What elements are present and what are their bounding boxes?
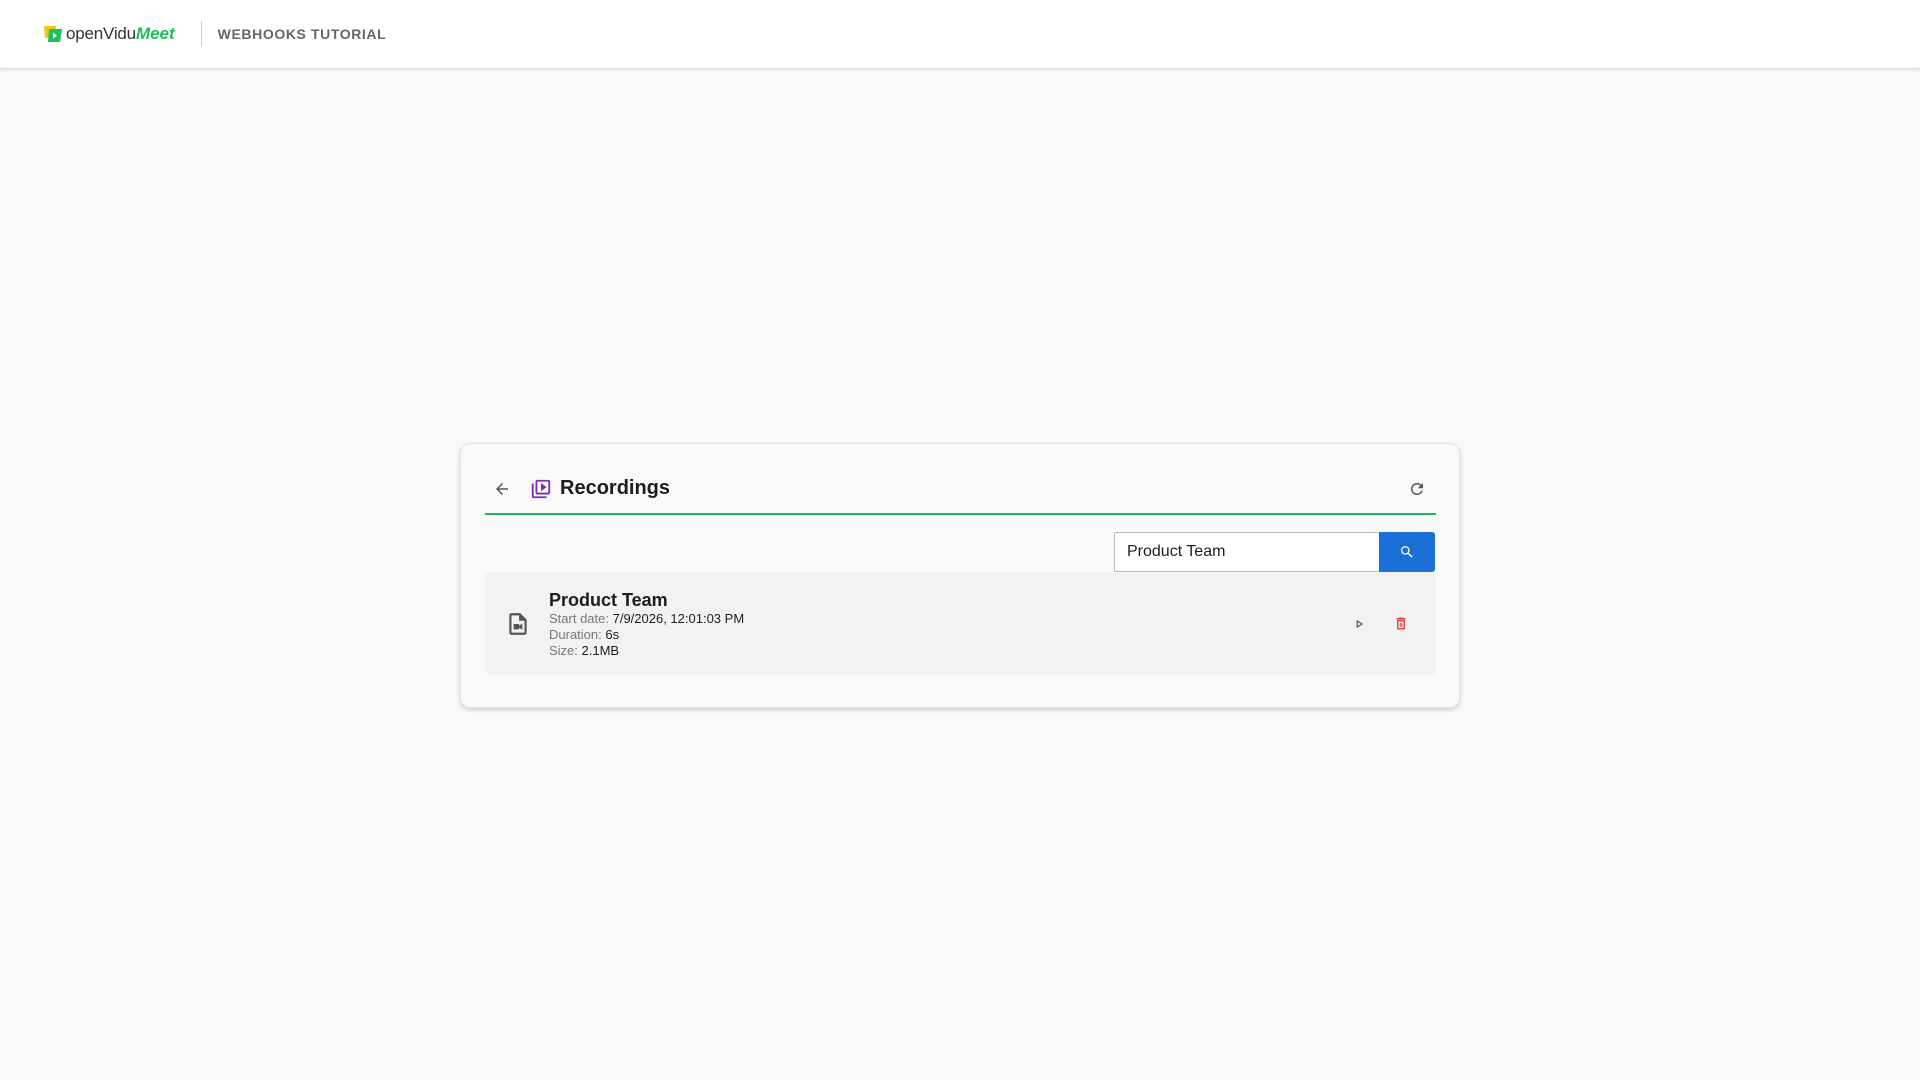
search-icon: [1401, 546, 1413, 558]
video-library-icon: [529, 477, 553, 501]
refresh-button[interactable]: [1400, 472, 1434, 506]
brand-name-open: openVidu: [66, 24, 136, 43]
brand-name-meet: Meet: [135, 24, 175, 43]
search-bar: [1114, 532, 1435, 572]
start-date-value: 7/9/2026, 12:01:03 PM: [612, 610, 745, 626]
search-button[interactable]: [1379, 532, 1435, 572]
page-section-title: WEBHOOKS TUTORIAL: [217, 26, 387, 42]
recording-actions: [1342, 607, 1418, 641]
top-app-bar: openVidu Meet WEBHOOKS TUTORIAL: [0, 0, 1920, 69]
size-value: 2.1MB: [581, 642, 620, 658]
delete-recording-button[interactable]: [1384, 607, 1418, 641]
header-divider: [200, 21, 202, 47]
search-input[interactable]: [1114, 532, 1379, 572]
recording-info: Product Team Start date: 7/9/2026, 12:01…: [549, 589, 744, 659]
openvidu-logo-icon: [44, 26, 62, 42]
back-button[interactable]: [485, 472, 519, 506]
duration-label: Duration:: [549, 626, 602, 642]
start-date-label: Start date:: [549, 610, 609, 626]
recording-size: Size: 2.1MB: [549, 643, 744, 659]
play-recording-button[interactable]: [1342, 607, 1376, 641]
brand-logo[interactable]: openVidu Meet: [42, 22, 175, 46]
delete-icon: [1396, 617, 1406, 630]
recordings-card: Recordings Product Team Start date:: [460, 443, 1460, 708]
recording-start-date: Start date: 7/9/2026, 12:01:03 PM: [549, 611, 744, 627]
video-file-icon: [503, 609, 533, 639]
play-icon: [1356, 619, 1364, 628]
recording-list-item[interactable]: Product Team Start date: 7/9/2026, 12:01…: [485, 572, 1436, 675]
refresh-icon: [1411, 482, 1423, 495]
size-label: Size:: [549, 642, 578, 658]
recordings-card-header: Recordings: [485, 464, 1436, 515]
recording-duration: Duration: 6s: [549, 627, 744, 643]
recording-name: Product Team: [549, 589, 668, 610]
arrow-back-icon: [496, 482, 508, 495]
recordings-title: Recordings: [560, 477, 671, 499]
duration-value: 6s: [605, 626, 620, 642]
